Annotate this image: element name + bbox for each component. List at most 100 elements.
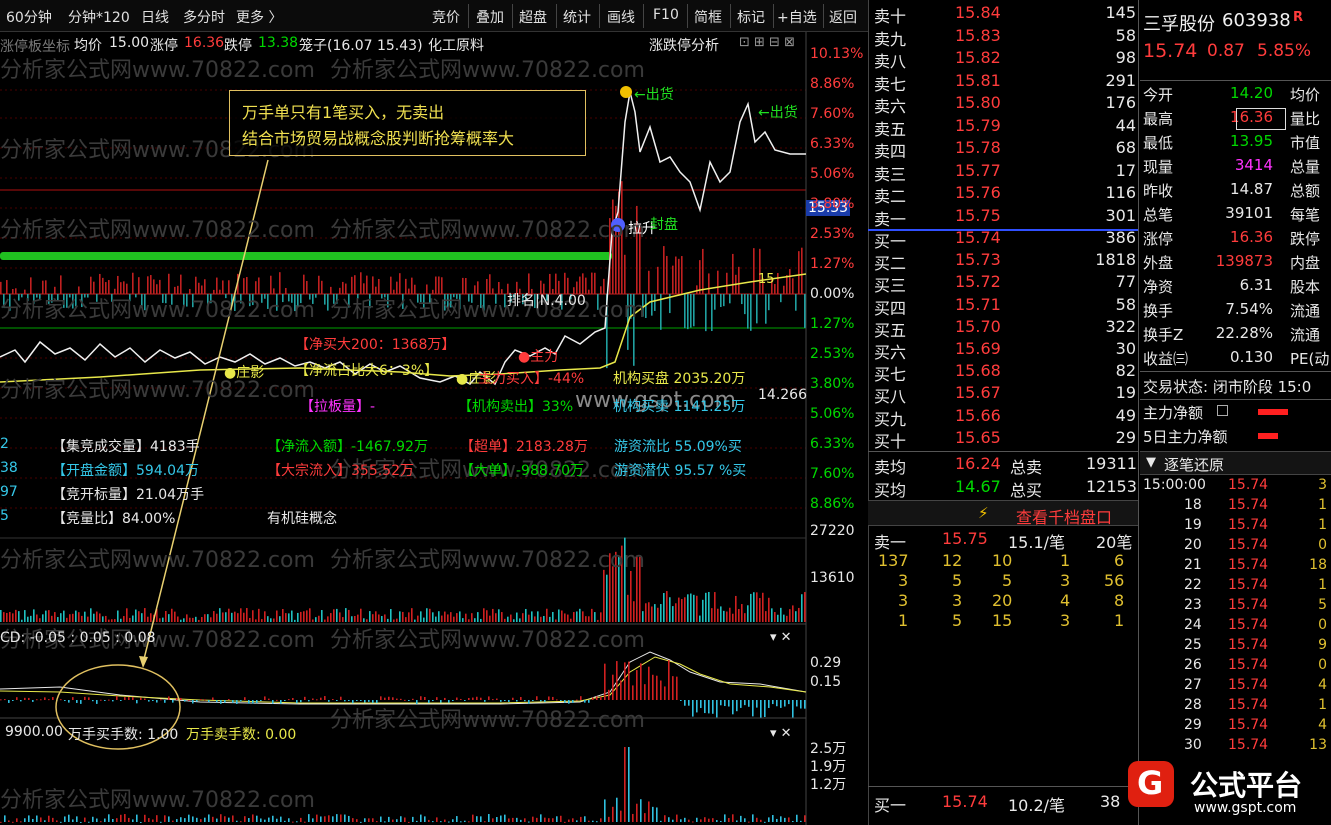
macd-bar	[548, 696, 550, 700]
macd-bar	[656, 675, 658, 700]
limit-analysis-button[interactable]: 涨跌停分析	[649, 35, 719, 55]
menu-daily[interactable]: 日线	[141, 7, 169, 27]
macd-bar	[704, 700, 706, 714]
volume-bar	[75, 610, 77, 622]
window-controls-icon[interactable]: ⊡ ⊞ ⊟ ⊠	[739, 35, 795, 50]
sell-level-row[interactable]: 卖八 15.82 98	[868, 48, 1138, 71]
wan-volume-bar	[748, 821, 750, 823]
sell-level-row[interactable]: 卖五 15.79 44	[868, 115, 1138, 139]
btn-overlay[interactable]: 叠加	[476, 7, 504, 27]
macd-bar	[432, 700, 434, 702]
tick-time: 28	[1184, 697, 1202, 713]
btn-draw[interactable]: 画线	[607, 7, 635, 27]
info-left-value: 97	[0, 484, 18, 500]
btn-stats[interactable]: 统计	[563, 7, 591, 27]
wan-volume-bar	[432, 821, 434, 823]
sell-level-row[interactable]: 卖十 15.84 145	[868, 3, 1138, 26]
btn-f10[interactable]: F10	[653, 7, 679, 23]
btn-add-watchlist[interactable]: +自选	[777, 7, 817, 27]
sell-level-row[interactable]: 卖一 15.75 301	[868, 206, 1138, 229]
quote-value: 139873	[1215, 252, 1273, 270]
sell-level-volume: 291	[1105, 70, 1136, 90]
macd-bar	[176, 698, 178, 700]
wan-volume-bar	[648, 801, 650, 822]
money-flow-bar	[279, 272, 281, 294]
macd-bar	[184, 700, 186, 702]
volume-bar	[54, 612, 56, 622]
buy-level-row[interactable]: 买五 15.70 322	[868, 317, 1138, 340]
buy-level-label: 买四	[874, 298, 907, 318]
money-flow-bar	[327, 294, 329, 311]
btn-simple[interactable]: 简框	[694, 7, 722, 27]
buy-level-row[interactable]: 买二 15.73 1818	[868, 250, 1138, 273]
wan-volume-bar	[412, 816, 414, 822]
wan-volume-bar	[440, 821, 442, 823]
view-queue-button[interactable]: 查看千档盘口	[1016, 504, 1112, 528]
panel-controls-icon[interactable]: ▾ ✕	[770, 630, 792, 645]
menu-more[interactable]: 更多 〉	[236, 7, 282, 27]
menu-60min[interactable]: 60分钟	[6, 7, 52, 27]
wan-volume-bar	[40, 817, 42, 822]
buy-level-row[interactable]: 买十 15.65 29	[868, 427, 1138, 451]
sell-level-row[interactable]: 卖九 15.83 58	[868, 26, 1138, 49]
btn-mark[interactable]: 标记	[737, 7, 765, 27]
jigou-buy-label: 机构买盘 2035.20万	[613, 371, 746, 387]
tick-price: 15.74	[1228, 697, 1269, 713]
macd-bar	[792, 700, 794, 718]
volume-bar	[663, 593, 665, 622]
buy-level-row[interactable]: 买六 15.69 30	[868, 339, 1138, 362]
macd-bar	[308, 700, 310, 702]
buy-level-row[interactable]: 买七 15.68 82	[868, 361, 1138, 384]
volume-bar	[756, 592, 758, 622]
quote-label-2: 流通	[1290, 302, 1321, 320]
macd-bar	[220, 700, 222, 704]
money-flow-bar	[318, 275, 320, 294]
sell-level-row[interactable]: 卖四 15.78 68	[868, 138, 1138, 161]
tick-header[interactable]: ▼ 逐笔还原	[1140, 451, 1331, 475]
buy-level-row[interactable]: 买三 15.72 77	[868, 272, 1138, 295]
open-amount: 【开盘金额】594.04万	[52, 463, 199, 479]
sell-level-row[interactable]: 卖三 15.77 17	[868, 161, 1138, 184]
collapse-icon[interactable]: ▼	[1146, 455, 1156, 470]
volume-bar	[591, 608, 593, 622]
tick-row: 25 15.74 9	[1140, 637, 1331, 657]
menu-minute-120[interactable]: 分钟*120	[68, 7, 130, 27]
quote-label-2: 股本	[1290, 278, 1321, 296]
big-order: 【大单】-988.70万	[460, 463, 585, 479]
btn-superpanel[interactable]: 超盘	[519, 7, 547, 27]
table-icon[interactable]	[1217, 405, 1228, 416]
money-flow-bar	[321, 280, 323, 294]
tick-price: 15.74	[1228, 577, 1269, 593]
volume-bar	[306, 610, 308, 622]
intraday-chart[interactable]: 涨停板坐标 均价 15.00 涨停 16.36 跌停 13.38 笼子(16.0…	[0, 32, 868, 825]
sell-level-row[interactable]: 卖六 15.80 176	[868, 93, 1138, 116]
btn-auction[interactable]: 竞价	[432, 7, 460, 27]
bottom-side: 买一	[874, 796, 907, 815]
macd-bar	[640, 663, 642, 700]
sell-level-row[interactable]: 卖二 15.76 116	[868, 183, 1138, 206]
queue-header-bar[interactable]: ⚡ 查看千档盘口	[868, 500, 1140, 528]
quote-label-2: 内盘	[1290, 254, 1321, 272]
macd-bar	[744, 700, 746, 706]
buy-level-row[interactable]: 买八 15.67 19	[868, 383, 1138, 406]
tick-row: 22 15.74 1	[1140, 577, 1331, 597]
tick-row: 27 15.74 4	[1140, 677, 1331, 697]
panel-controls-icon[interactable]: ▾ ✕	[770, 726, 792, 741]
macd-bar	[752, 700, 754, 717]
main-net-5d-label: 5日主力净额	[1143, 428, 1228, 446]
buy-level-volume: 29	[1115, 427, 1136, 447]
volume-bar	[15, 609, 17, 622]
buy-level-row[interactable]: 买四 15.71 58	[868, 295, 1138, 318]
menu-multi-minute[interactable]: 多分时	[183, 7, 225, 27]
macd-axis-tick: 0.15	[810, 674, 842, 690]
volume-bar	[789, 609, 791, 622]
sell-level-volume: 44	[1115, 115, 1136, 135]
buy-level-row[interactable]: 买九 15.66 49	[868, 406, 1138, 429]
quote-label: 最高	[1143, 110, 1174, 128]
macd-bar	[32, 700, 34, 702]
quote-row: 换手 7.54% 流通	[1140, 300, 1331, 324]
buy-level-row[interactable]: 买一 15.74 386	[868, 228, 1138, 251]
wan-volume-bar	[0, 821, 2, 823]
sell-level-row[interactable]: 卖七 15.81 291	[868, 70, 1138, 94]
btn-back[interactable]: 返回	[829, 7, 857, 27]
